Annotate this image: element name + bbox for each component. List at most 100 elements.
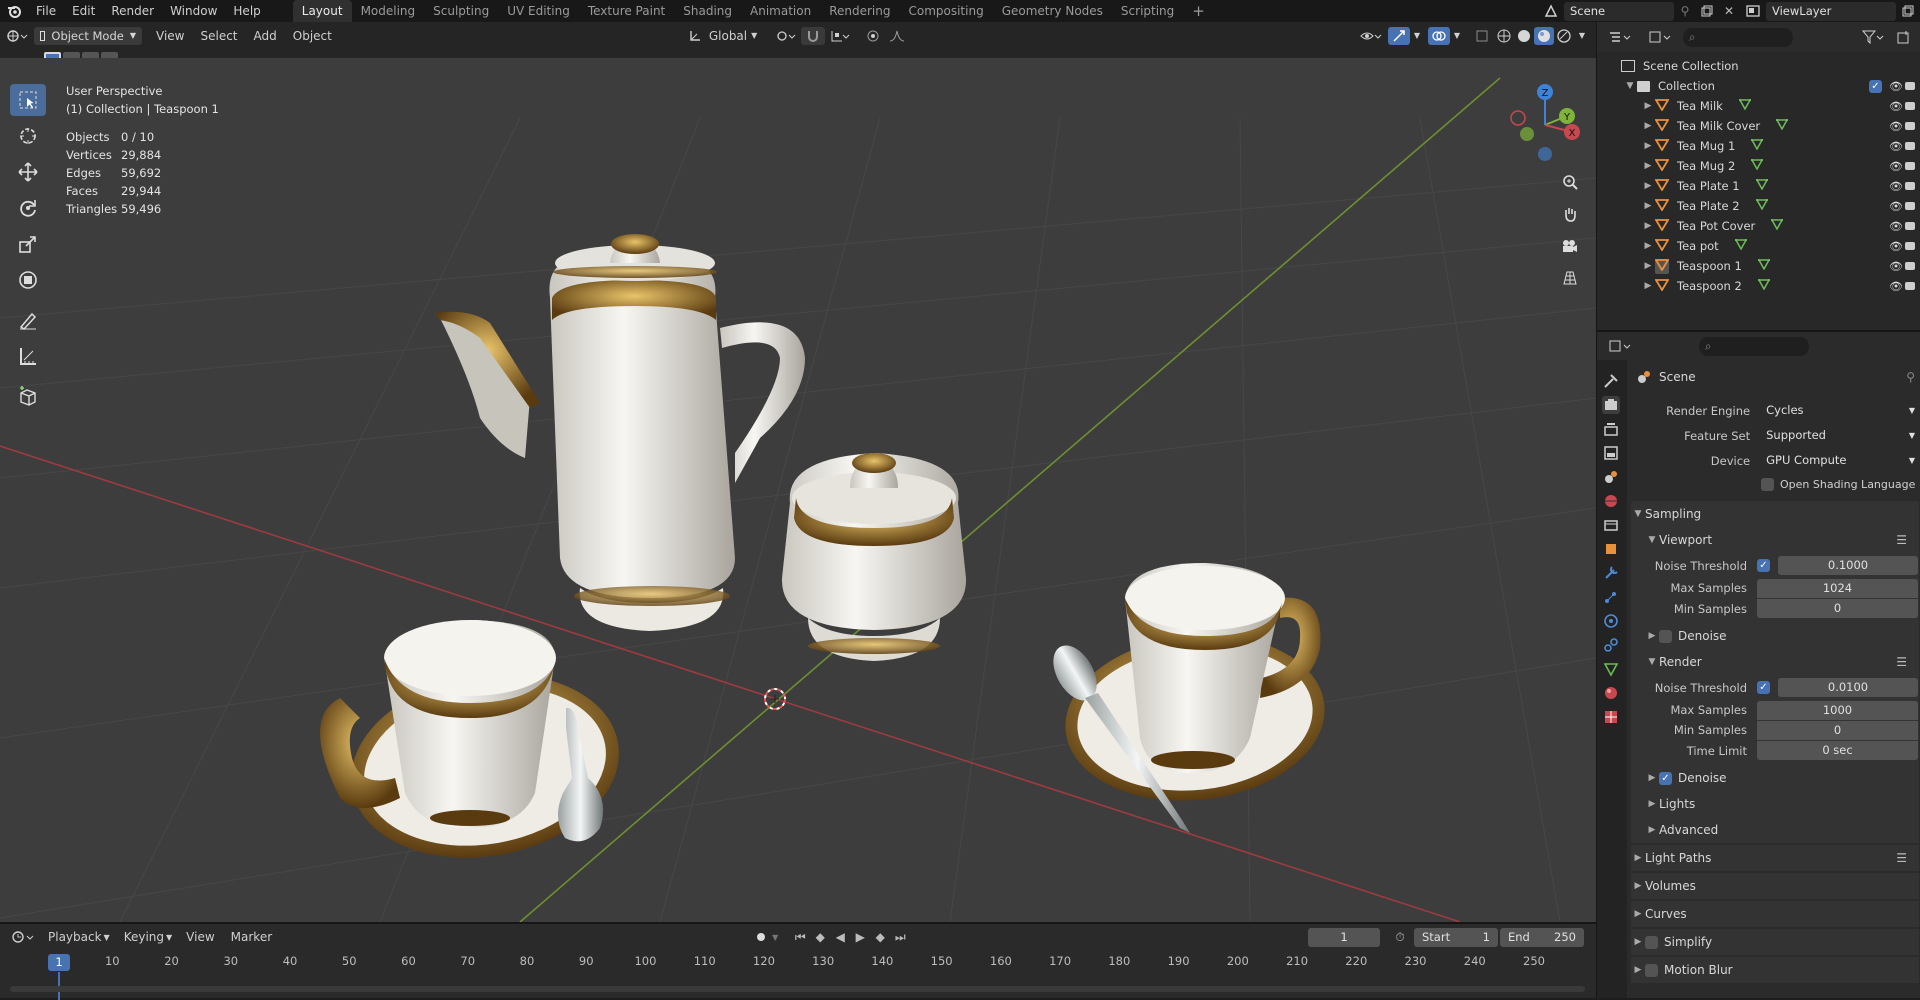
timeline-menu-marker[interactable]: Marker [223, 926, 280, 948]
chevron-down-icon[interactable]: ▼ [1410, 27, 1424, 45]
modifier-tab-icon[interactable] [1602, 564, 1620, 582]
outliner-scene-collection[interactable]: Scene Collection [1597, 56, 1920, 76]
viewport-denoise-header[interactable]: ▶ Denoise [1631, 623, 1919, 649]
eye-icon[interactable]: 👁 [1889, 100, 1903, 113]
outliner-item[interactable]: ▶ Tea pot 👁 [1597, 236, 1920, 256]
outliner-item[interactable]: ▶ Tea Plate 2 👁 [1597, 196, 1920, 216]
outliner-item[interactable]: ▶ Tea Milk Cover 👁 [1597, 116, 1920, 136]
outliner-item[interactable]: ▶ Tea Mug 1 👁 [1597, 136, 1920, 156]
list-icon[interactable]: ☰ [1896, 655, 1907, 669]
mode-dropdown[interactable]: Object Mode ▼ [34, 27, 142, 45]
play-icon[interactable]: ▶ [850, 930, 870, 944]
tab-rendering[interactable]: Rendering [820, 0, 899, 22]
chevron-right-icon[interactable]: ▶ [1641, 141, 1655, 151]
gizmo-toggle-icon[interactable] [1388, 27, 1410, 45]
viewport-menu-select[interactable]: Select [192, 27, 245, 45]
timeline-menu-playback[interactable]: Playback [40, 926, 104, 948]
viewport-denoise-checkbox[interactable] [1659, 629, 1672, 643]
render-subpanel-header[interactable]: ▼ Render ☰ [1631, 649, 1919, 675]
lights-subpanel-header[interactable]: ▶ Lights [1631, 791, 1919, 817]
tab-scripting[interactable]: Scripting [1112, 0, 1183, 22]
visibility-icon[interactable] [1354, 27, 1388, 45]
scale-tool-icon[interactable] [10, 228, 46, 260]
record-icon[interactable] [750, 928, 772, 946]
simplify-panel-header[interactable]: ▶ Simplify [1631, 929, 1919, 955]
camera-icon[interactable] [1905, 222, 1915, 230]
viewport-noise-threshold-field[interactable]: 0.1000 [1778, 556, 1918, 575]
chevron-right-icon[interactable]: ▶ [1641, 121, 1655, 131]
timeline-menu-keying[interactable]: Keying [116, 926, 166, 948]
render-tab-icon[interactable] [1602, 396, 1620, 414]
frame-end-field[interactable]: End 250 [1500, 927, 1584, 947]
scene-tab-icon[interactable] [1602, 468, 1620, 486]
viewport-menu-object[interactable]: Object [285, 27, 340, 45]
properties-search-input[interactable]: ⌕ [1699, 336, 1809, 356]
xray-toggle-icon[interactable] [1470, 27, 1494, 45]
proportional-editing-icon[interactable] [861, 27, 885, 45]
view-layer-tab-icon[interactable] [1602, 444, 1620, 462]
solid-shading-icon[interactable] [1514, 27, 1534, 45]
camera-icon[interactable] [1905, 142, 1915, 150]
stopwatch-icon[interactable]: ⏱ [1390, 930, 1410, 945]
sampling-panel-header[interactable]: ▼ Sampling [1631, 501, 1919, 527]
snap-icon[interactable] [801, 27, 826, 45]
new-scene-icon[interactable] [1696, 5, 1718, 17]
jump-keyframe-forward-icon[interactable]: ◆ [870, 930, 890, 944]
render-denoise-checkbox[interactable]: ✓ [1659, 771, 1672, 785]
volumes-panel-header[interactable]: ▶ Volumes [1631, 873, 1919, 899]
menu-window[interactable]: Window [162, 0, 225, 22]
camera-icon[interactable] [1905, 162, 1915, 170]
tool-tab-icon[interactable] [1602, 372, 1620, 390]
eye-icon[interactable]: 👁 [1889, 280, 1903, 293]
zoom-icon[interactable] [1556, 168, 1584, 196]
eye-icon[interactable]: 👁 [1889, 220, 1903, 233]
render-max-samples-field[interactable]: 1000 [1757, 700, 1918, 720]
material-preview-icon[interactable] [1534, 27, 1554, 45]
viewport-min-samples-field[interactable]: 0 [1757, 599, 1918, 618]
eye-icon[interactable]: 👁 [1889, 240, 1903, 253]
transform-tool-icon[interactable] [10, 264, 46, 296]
chevron-right-icon[interactable]: ▶ [1641, 261, 1655, 271]
navigation-gizmo[interactable]: Z Y X [1502, 82, 1588, 168]
tab-animation[interactable]: Animation [741, 0, 820, 22]
view-layer-icon[interactable] [1740, 5, 1766, 17]
collection-exclude-checkbox[interactable]: ✓ [1869, 79, 1882, 93]
camera-icon[interactable] [1905, 202, 1915, 210]
osl-checkbox[interactable] [1761, 477, 1774, 491]
menu-render[interactable]: Render [103, 0, 162, 22]
playhead-marker[interactable]: 1 [48, 954, 70, 971]
editor-type-icon[interactable] [0, 27, 34, 45]
camera-icon[interactable] [1905, 282, 1915, 290]
eye-icon[interactable]: 👁 [1889, 180, 1903, 193]
render-engine-dropdown[interactable]: Cycles ▼ [1760, 401, 1919, 420]
output-tab-icon[interactable] [1602, 420, 1620, 438]
perspective-toggle-icon[interactable] [1556, 264, 1584, 292]
chevron-down-icon[interactable]: ▼ [1574, 27, 1590, 45]
chevron-down-icon[interactable]: ▼ [1450, 27, 1464, 45]
snap-target-icon[interactable] [825, 27, 855, 45]
chevron-right-icon[interactable]: ▶ [1641, 281, 1655, 291]
3d-viewport[interactable]: User Perspective (1) Collection | Teaspo… [0, 58, 1596, 922]
material-tab-icon[interactable] [1602, 684, 1620, 702]
eye-icon[interactable]: 👁 [1889, 140, 1903, 153]
eye-icon[interactable]: 👁 [1889, 260, 1903, 273]
measure-tool-icon[interactable] [10, 340, 46, 372]
falloff-icon[interactable] [885, 27, 909, 45]
feature-set-dropdown[interactable]: Supported ▼ [1760, 426, 1919, 445]
outliner-editor-type-icon[interactable] [1603, 28, 1637, 46]
play-reverse-icon[interactable]: ◀ [830, 930, 850, 944]
timeline-editor-type-icon[interactable] [6, 928, 40, 946]
camera-icon[interactable] [1905, 82, 1915, 90]
timeline-menu-view[interactable]: View [178, 926, 222, 948]
outliner-item[interactable]: ▶ Teaspoon 1 👁 [1597, 256, 1920, 276]
light-paths-panel-header[interactable]: ▶ Light Paths ☰ [1631, 845, 1919, 871]
tab-texture-paint[interactable]: Texture Paint [579, 0, 674, 22]
select-box-tool-icon[interactable] [10, 84, 46, 116]
eye-icon[interactable]: 👁 [1889, 80, 1903, 93]
viewport-max-samples-field[interactable]: 1024 [1757, 578, 1918, 598]
advanced-subpanel-header[interactable]: ▶ Advanced [1631, 817, 1919, 843]
outliner-item[interactable]: ▶ Tea Plate 1 👁 [1597, 176, 1920, 196]
frame-start-field[interactable]: Start 1 [1414, 927, 1498, 947]
menu-help[interactable]: Help [225, 0, 268, 22]
add-workspace-button[interactable]: + [1183, 0, 1214, 22]
